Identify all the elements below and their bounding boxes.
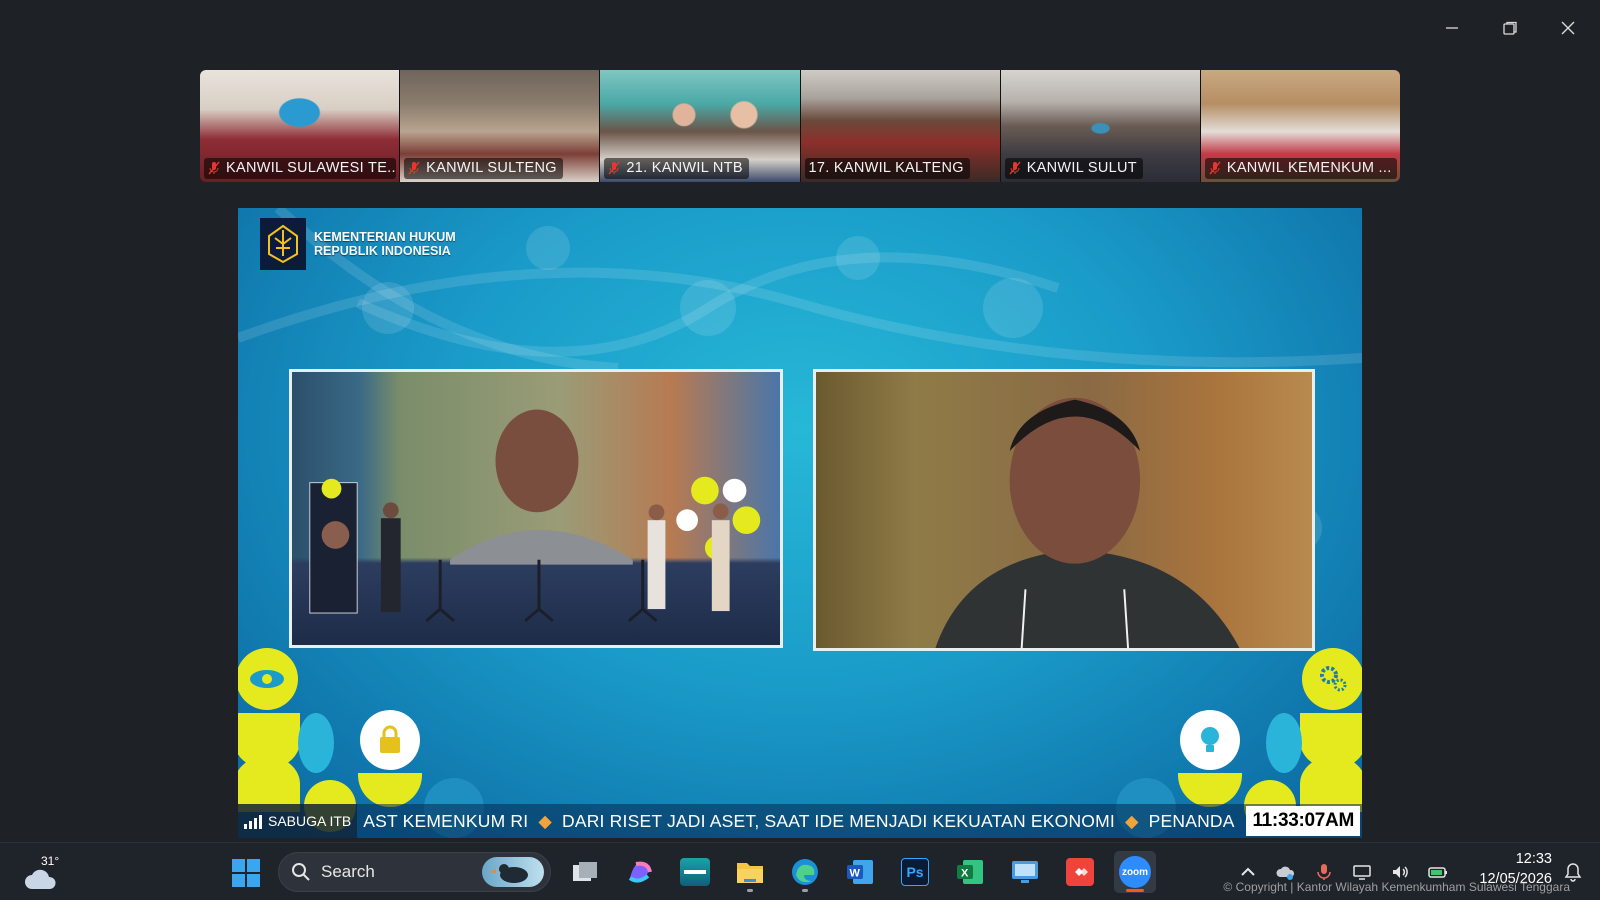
participant-tile[interactable]: KANWIL SULTENG bbox=[400, 70, 601, 182]
svg-text:X: X bbox=[961, 868, 969, 880]
edge-icon[interactable] bbox=[784, 851, 826, 893]
window-controls bbox=[1434, 14, 1586, 42]
participant-tile[interactable]: 21. KANWIL NTB bbox=[600, 70, 801, 182]
copyright-watermark: © Copyright | Kantor Wilayah Kemenkumham… bbox=[1223, 880, 1570, 894]
taskbar: 31° Search W Ps X zoom 12:33 12/05/2026 bbox=[0, 842, 1600, 900]
excel-icon[interactable]: X bbox=[949, 851, 991, 893]
search-box[interactable]: Search bbox=[278, 852, 551, 892]
search-placeholder: Search bbox=[321, 862, 375, 881]
signal-bars-icon bbox=[244, 813, 262, 829]
start-button[interactable] bbox=[231, 858, 261, 893]
word-icon[interactable]: W bbox=[839, 851, 881, 893]
svg-text:W: W bbox=[850, 868, 861, 880]
close-icon[interactable] bbox=[1550, 14, 1586, 42]
restore-icon[interactable] bbox=[1492, 14, 1528, 42]
shared-screen: KEMENTERIAN HUKUM REPUBLIK INDONESIA SAB… bbox=[238, 208, 1362, 838]
participant-tile[interactable]: KANWIL SULUT bbox=[1000, 70, 1201, 182]
mic-muted-icon bbox=[1209, 161, 1221, 175]
broadcast-clock: 11:33:07AM bbox=[1246, 806, 1360, 836]
participant-name: KANWIL SULUT bbox=[1004, 158, 1143, 179]
brand-subtitle: REPUBLIK INDONESIA bbox=[314, 244, 451, 258]
participant-name: 17. KANWIL KALTENG bbox=[804, 158, 970, 179]
speaker-video-stage bbox=[289, 369, 783, 648]
windows-icon bbox=[232, 859, 260, 887]
task-view-icon[interactable] bbox=[564, 851, 606, 893]
anydesk-icon[interactable] bbox=[1059, 851, 1101, 893]
participant-tile[interactable]: KANWIL KEMENKUM ... bbox=[1200, 70, 1400, 182]
search-icon bbox=[292, 863, 310, 881]
participant-gallery: KANWIL SULAWESI TE... KANWIL SULTENG 21.… bbox=[200, 70, 1400, 182]
participant-tile[interactable]: KANWIL SULAWESI TE... bbox=[200, 70, 401, 182]
news-ticker: SABUGA ITB AST KEMENKUM RI ◆ DARI RISET JA… bbox=[238, 804, 1362, 838]
weather-widget[interactable]: 31° bbox=[24, 854, 64, 891]
participant-name: 21. KANWIL NTB bbox=[604, 158, 749, 179]
minimize-icon[interactable] bbox=[1434, 14, 1470, 42]
mic-muted-icon bbox=[1009, 161, 1021, 175]
zoom-icon[interactable]: zoom bbox=[1114, 851, 1156, 893]
lightbulb-icon bbox=[1180, 710, 1240, 770]
ministry-logo bbox=[260, 218, 306, 270]
mic-muted-icon bbox=[608, 161, 620, 175]
deco-eye-badge bbox=[238, 648, 298, 710]
file-explorer-icon[interactable] bbox=[729, 851, 771, 893]
ticker-source: SABUGA ITB bbox=[238, 804, 358, 838]
participant-name: KANWIL KEMENKUM ... bbox=[1204, 158, 1397, 179]
gears-icon bbox=[1302, 648, 1362, 710]
speaker-video-closeup bbox=[813, 369, 1315, 651]
participant-name: KANWIL SULAWESI TE... bbox=[204, 158, 396, 179]
ministry-brand: KEMENTERIAN HUKUM REPUBLIK INDONESIA bbox=[260, 218, 456, 270]
copilot-icon[interactable] bbox=[619, 851, 661, 893]
lock-icon bbox=[360, 710, 420, 770]
diamond-icon: ◆ bbox=[1124, 810, 1139, 831]
mic-muted-icon bbox=[208, 161, 220, 175]
system-time: 12:33 bbox=[1515, 851, 1552, 867]
remote-desktop-icon[interactable] bbox=[1004, 851, 1046, 893]
participant-tile[interactable]: 17. KANWIL KALTENG bbox=[800, 70, 1001, 182]
pinned-apps: W Ps X zoom bbox=[564, 851, 1156, 893]
ticker-text: AST KEMENKUM RI ◆ DARI RISET JADI ASET, SA… bbox=[363, 810, 1235, 831]
photoshop-icon[interactable]: Ps bbox=[894, 851, 936, 893]
news-app-icon[interactable] bbox=[674, 851, 716, 893]
participant-name: KANWIL SULTENG bbox=[404, 158, 563, 179]
search-highlight-image bbox=[482, 857, 544, 887]
brand-title: KEMENTERIAN HUKUM bbox=[314, 230, 456, 244]
cloud-icon bbox=[25, 869, 56, 889]
diamond-icon: ◆ bbox=[538, 810, 552, 831]
mic-muted-icon bbox=[408, 161, 420, 175]
